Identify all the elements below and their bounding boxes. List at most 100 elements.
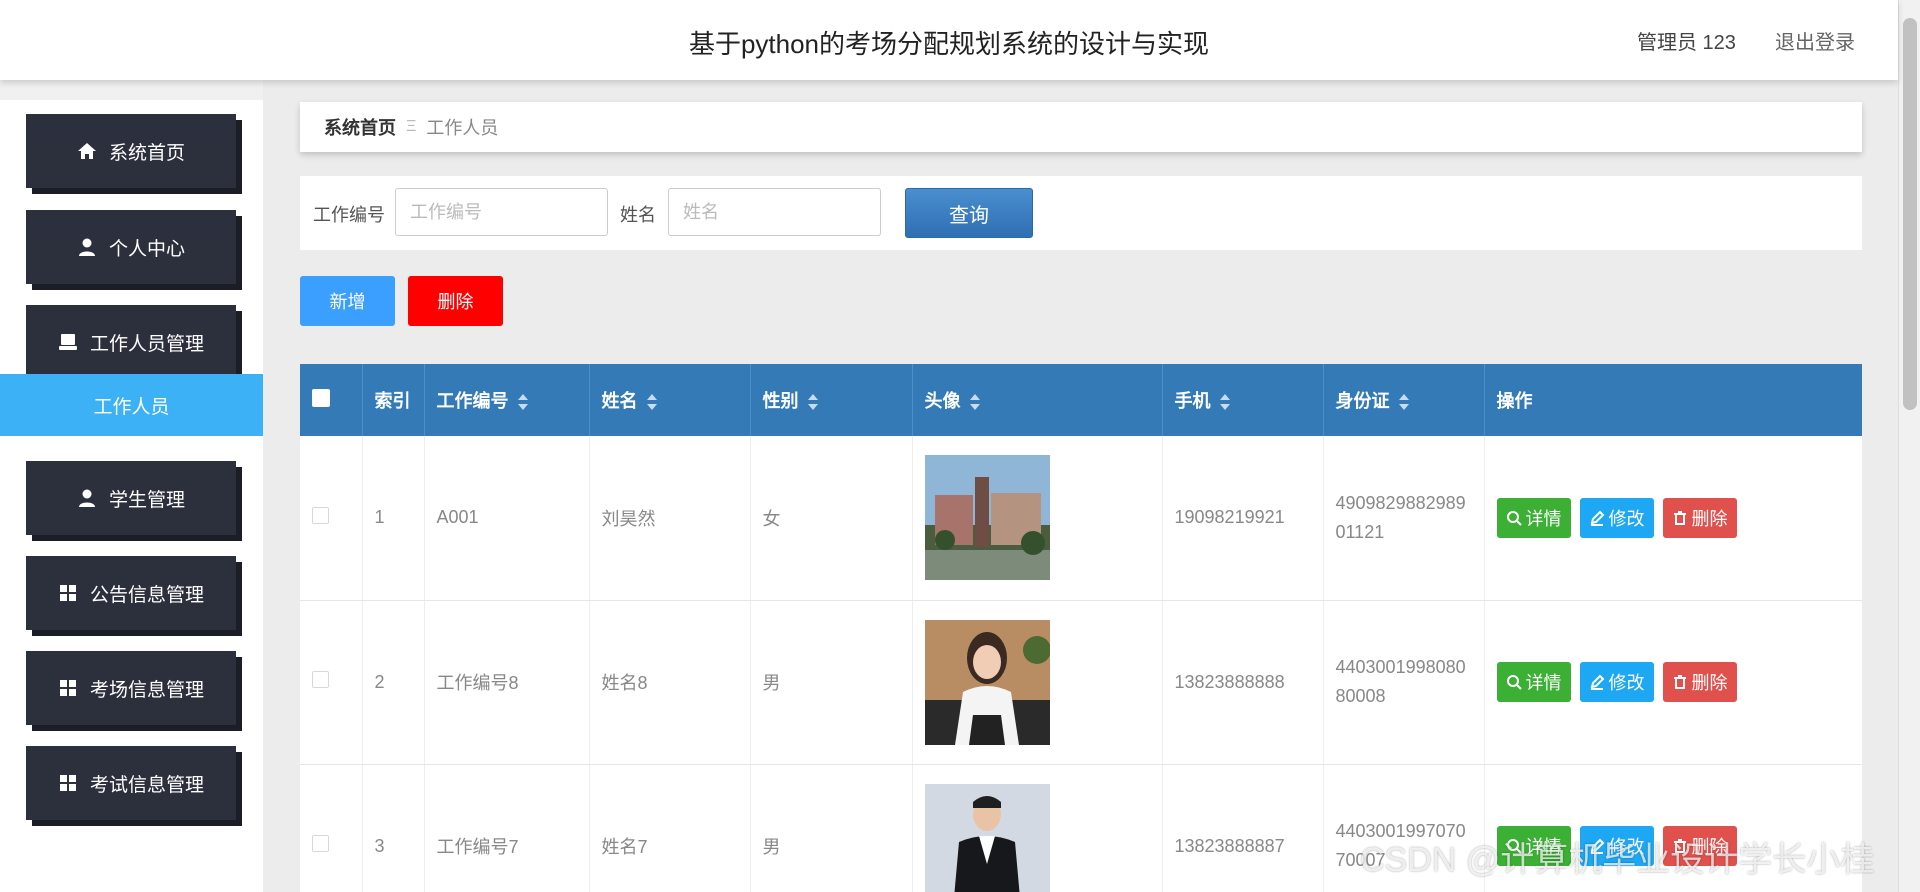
cell-name: 刘昊然 <box>589 436 751 601</box>
delete-button[interactable]: 删除 <box>1662 497 1737 538</box>
column-header-gender[interactable]: 性别 <box>750 364 913 436</box>
breadcrumb-current: 工作人员 <box>426 118 499 138</box>
sidebar-item-label: 公告信息管理 <box>89 584 204 606</box>
cell-index: 1 <box>362 436 425 601</box>
staff-icon <box>58 334 77 350</box>
cell-code: 工作编号7 <box>424 764 590 892</box>
home-icon <box>77 143 96 159</box>
breadcrumb-home[interactable]: 系统首页 <box>324 114 396 140</box>
app-window: 基于python的考场分配规划系统的设计与实现 管理员 123 退出登录 系统首… <box>0 0 1920 892</box>
staff-table: 索引 工作编号 姓名 性别 头像 手机 身份证 操作 1 A001 刘昊然 女 … <box>300 364 1862 892</box>
column-header-phone[interactable]: 手机 <box>1162 364 1324 436</box>
table-row: 1 A001 刘昊然 女 19098219921 490982988298901… <box>300 436 1862 601</box>
pencil-icon <box>1590 674 1604 690</box>
sidebar-item-profile[interactable]: 个人中心 <box>26 210 236 284</box>
sort-icon[interactable] <box>1219 393 1231 411</box>
staff-code-label: 工作编号 <box>313 205 385 225</box>
cell-avatar <box>912 764 1163 892</box>
grid-icon <box>59 680 76 696</box>
sort-icon[interactable] <box>646 393 658 411</box>
cell-avatar <box>912 600 1163 765</box>
trash-icon <box>1673 675 1686 689</box>
cell-idcard: 440300199808080008 <box>1323 600 1485 765</box>
cell-gender: 男 <box>750 600 913 765</box>
sidebar-item-examroom-management[interactable]: 考场信息管理 <box>26 651 236 725</box>
cell-code: A001 <box>424 436 590 601</box>
name-input[interactable] <box>668 188 881 236</box>
edit-button[interactable]: 修改 <box>1579 497 1654 538</box>
cell-code: 工作编号8 <box>424 600 590 765</box>
sidebar-item-staff-management[interactable]: 工作人员管理 <box>26 305 236 379</box>
delete-button[interactable]: 删除 <box>1662 662 1737 702</box>
sidebar-item-exam-management[interactable]: 考试信息管理 <box>26 746 236 820</box>
sort-icon[interactable] <box>517 393 529 411</box>
cell-phone: 13823888887 <box>1162 764 1324 892</box>
watermark: CSDN @计算机毕业设计学长小桂 <box>1360 841 1875 879</box>
search-form: 工作编号 姓名 查询 <box>300 176 1862 250</box>
column-header-name[interactable]: 姓名 <box>589 364 751 436</box>
sidebar-item-label: 学生管理 <box>108 489 185 511</box>
main-content: 系统首页 Ξ 工作人员 工作编号 姓名 查询 新增 删除 索引 <box>263 80 1898 892</box>
sidebar-subitem-staff[interactable]: 工作人员 <box>0 374 263 436</box>
column-header-actions: 操作 <box>1484 364 1862 436</box>
sort-icon[interactable] <box>969 393 981 411</box>
column-header-avatar[interactable]: 头像 <box>912 364 1163 436</box>
search-button[interactable]: 查询 <box>905 188 1033 238</box>
cell-actions: 详情 修改 删除 <box>1484 436 1862 601</box>
pencil-icon <box>1590 510 1604 526</box>
table-header-row: 索引 工作编号 姓名 性别 头像 手机 身份证 操作 <box>300 364 1862 436</box>
staff-code-input[interactable] <box>395 188 608 236</box>
column-header-index: 索引 <box>362 364 425 436</box>
sort-icon[interactable] <box>1398 393 1410 411</box>
breadcrumb-separator: Ξ <box>406 118 417 135</box>
sidebar-item-label: 个人中心 <box>108 238 185 260</box>
select-all-cell <box>300 364 363 436</box>
search-icon <box>1506 510 1522 526</box>
sidebar-item-label: 考场信息管理 <box>89 679 204 701</box>
sort-icon[interactable] <box>807 393 819 411</box>
woman-photo[interactable] <box>924 619 1050 745</box>
sidebar-item-home[interactable]: 系统首页 <box>26 114 236 188</box>
cell-name: 姓名7 <box>589 764 751 892</box>
top-header: 基于python的考场分配规划系统的设计与实现 管理员 123 退出登录 <box>0 0 1898 80</box>
cell-actions: 详情 修改 删除 <box>1484 600 1862 765</box>
man-photo[interactable] <box>924 783 1050 892</box>
edit-button[interactable]: 修改 <box>1579 662 1654 702</box>
grid-icon <box>59 775 76 791</box>
page-scrollbar[interactable] <box>1898 0 1920 892</box>
sidebar: 系统首页 个人中心 工作人员管理 工作人员 学生管理 公告信息管理 考场信息管理… <box>0 100 263 892</box>
current-user: 管理员 123 <box>1637 32 1736 54</box>
building-photo[interactable] <box>924 455 1050 581</box>
column-header-idcard[interactable]: 身份证 <box>1323 364 1485 436</box>
batch-delete-button[interactable]: 删除 <box>408 276 503 326</box>
cell-gender: 男 <box>750 764 913 892</box>
logout-link[interactable]: 退出登录 <box>1775 26 1855 55</box>
select-all-checkbox[interactable] <box>312 388 330 407</box>
cell-idcard: 490982988298901121 <box>1323 436 1485 601</box>
name-label: 姓名 <box>620 205 656 225</box>
trash-icon <box>1673 510 1686 525</box>
user-icon <box>78 238 95 256</box>
sidebar-item-notice-management[interactable]: 公告信息管理 <box>26 556 236 630</box>
page-title: 基于python的考场分配规划系统的设计与实现 <box>688 29 1210 59</box>
column-header-code[interactable]: 工作编号 <box>424 364 590 436</box>
search-icon <box>1506 675 1522 690</box>
cell-gender: 女 <box>750 436 913 601</box>
row-checkbox[interactable] <box>312 506 329 524</box>
sidebar-item-label: 工作人员管理 <box>89 333 204 355</box>
row-checkbox[interactable] <box>312 835 329 852</box>
user-icon <box>78 489 95 507</box>
cell-index: 3 <box>362 764 425 892</box>
detail-button[interactable]: 详情 <box>1496 497 1571 538</box>
scrollbar-thumb[interactable] <box>1903 18 1917 410</box>
sidebar-item-student-management[interactable]: 学生管理 <box>26 461 236 535</box>
grid-icon <box>59 585 76 601</box>
cell-index: 2 <box>362 600 425 765</box>
cell-name: 姓名8 <box>589 600 751 765</box>
sidebar-item-label: 系统首页 <box>108 142 185 164</box>
cell-phone: 13823888888 <box>1162 600 1324 765</box>
add-button[interactable]: 新增 <box>300 276 395 326</box>
detail-button[interactable]: 详情 <box>1496 662 1571 702</box>
cell-phone: 19098219921 <box>1162 436 1324 601</box>
row-checkbox[interactable] <box>312 671 329 688</box>
